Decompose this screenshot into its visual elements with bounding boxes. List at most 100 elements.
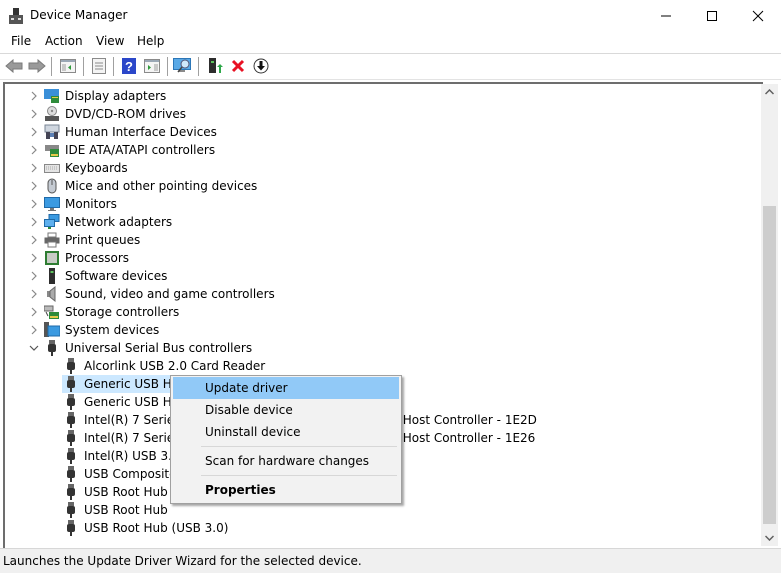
menu-help[interactable]: Help [137,34,164,48]
menu-item-properties[interactable]: Properties [173,479,399,501]
tree-category[interactable]: DVD/CD-ROM drives [5,105,763,123]
tree-category[interactable]: Sound, video and game controllers [5,285,763,303]
tree-category[interactable]: IDE ATA/ATAPI controllers [5,141,763,159]
tree-device-label: USB Root Hub (USB 3.0) [84,521,229,535]
tree-category[interactable]: Mice and other pointing devices [5,177,763,195]
usb-device-icon [67,412,75,428]
chevron-right-icon[interactable] [29,199,39,209]
chevron-right-icon[interactable] [29,325,39,335]
tree-category[interactable]: Print queues [5,231,763,249]
forward-button[interactable] [27,57,47,75]
storage-controller-icon [44,305,59,319]
show-hide-console-tree-button[interactable] [58,57,78,75]
toolbar-separator [51,57,52,76]
menu-separator [201,475,397,476]
minimize-icon [661,15,671,16]
chevron-right-icon[interactable] [29,253,39,263]
system-devices-icon [44,322,60,337]
usb-device-icon [67,484,75,500]
tree-category-label: Network adapters [65,215,173,229]
tree-category-label: DVD/CD-ROM drives [65,107,187,121]
scan-hardware-icon [173,58,191,73]
chevron-right-icon[interactable] [29,271,39,281]
vertical-scrollbar[interactable] [761,84,778,546]
tree-category-label: Processors [65,251,130,265]
back-icon [5,59,23,73]
context-menu: Update driver Disable device Uninstall d… [170,375,402,504]
tree-category-label: Keyboards [65,161,128,175]
chevron-right-icon[interactable] [29,109,39,119]
toolbar-separator [113,57,114,76]
tree-category-label: Sound, video and game controllers [65,287,275,301]
toolbar-separator [198,57,199,76]
properties-button[interactable] [89,57,109,75]
show-action-pane-button[interactable] [142,57,162,75]
menu-view[interactable]: View [96,34,124,48]
usb-device-icon [67,430,75,446]
chevron-right-icon[interactable] [29,163,39,173]
usb-device-icon [67,502,75,518]
chevron-right-icon[interactable] [29,91,39,101]
forward-icon [28,59,46,73]
tree-category[interactable]: Software devices [5,267,763,285]
device-manager-app-icon [9,8,23,24]
uninstall-device-button[interactable] [228,57,248,75]
chevron-right-icon[interactable] [29,145,39,155]
maximize-button[interactable] [689,0,735,31]
chevron-right-icon[interactable] [29,307,39,317]
close-button[interactable] [735,0,781,31]
tree-category[interactable]: Display adapters [5,87,763,105]
ide-controller-icon [45,145,59,157]
scroll-down-arrow-icon[interactable] [765,535,774,541]
tree-category[interactable]: Monitors [5,195,763,213]
scroll-up-arrow-icon[interactable] [765,89,774,95]
chevron-right-icon[interactable] [29,181,39,191]
chevron-right-icon[interactable] [29,217,39,227]
speaker-icon [47,286,56,302]
enable-device-icon [253,58,269,74]
tree-category[interactable]: Storage controllers [5,303,763,321]
chevron-right-icon[interactable] [29,235,39,245]
svg-text:?: ? [125,59,133,74]
chevron-right-icon[interactable] [29,127,39,137]
minimize-button[interactable] [643,0,689,31]
tree-category-label: Mice and other pointing devices [65,179,258,193]
back-button[interactable] [4,57,24,75]
tree-device[interactable]: USB Root Hub (USB 3.0) [5,519,763,537]
tree-category-label: Monitors [65,197,117,211]
action-pane-icon [144,59,160,73]
usb-icon [48,340,56,356]
update-driver-button[interactable] [205,57,225,75]
tree-category[interactable]: System devices [5,321,763,339]
menu-item-scan-hardware[interactable]: Scan for hardware changes [173,450,399,472]
keyboard-icon [44,164,60,173]
tree-category[interactable]: Network adapters [5,213,763,231]
title-bar: Device Manager [0,0,781,31]
tree-category[interactable]: Keyboards [5,159,763,177]
tree-category-label: Storage controllers [65,305,180,319]
menu-file[interactable]: File [11,34,31,48]
tree-device[interactable]: Alcorlink USB 2.0 Card Reader [5,357,763,375]
tree-category[interactable]: Human Interface Devices [5,123,763,141]
menu-item-update-driver[interactable]: Update driver [173,377,399,399]
help-button[interactable]: ? [119,57,139,75]
maximize-icon [707,10,717,21]
menu-item-disable-device[interactable]: Disable device [173,399,399,421]
toolbar: ? [0,54,781,80]
chevron-right-icon[interactable] [29,289,39,299]
status-text: Launches the Update Driver Wizard for th… [3,554,362,568]
enable-device-button[interactable] [251,57,271,75]
tree-category[interactable]: Processors [5,249,763,267]
tree-device-label: USB Root Hub [84,485,168,499]
menu-action[interactable]: Action [45,34,83,48]
menu-item-uninstall-device[interactable]: Uninstall device [173,421,399,443]
tree-category[interactable]: Universal Serial Bus controllers [5,339,763,357]
menu-item-label: Properties [205,483,276,497]
menu-bar: File Action View Help [0,31,781,54]
toolbar-separator [83,57,84,76]
display-adapter-icon [44,89,59,103]
scan-hardware-button[interactable] [173,57,193,75]
chevron-down-icon[interactable] [29,343,39,353]
scrollbar-thumb[interactable] [763,206,776,524]
menu-item-label: Scan for hardware changes [205,454,370,468]
